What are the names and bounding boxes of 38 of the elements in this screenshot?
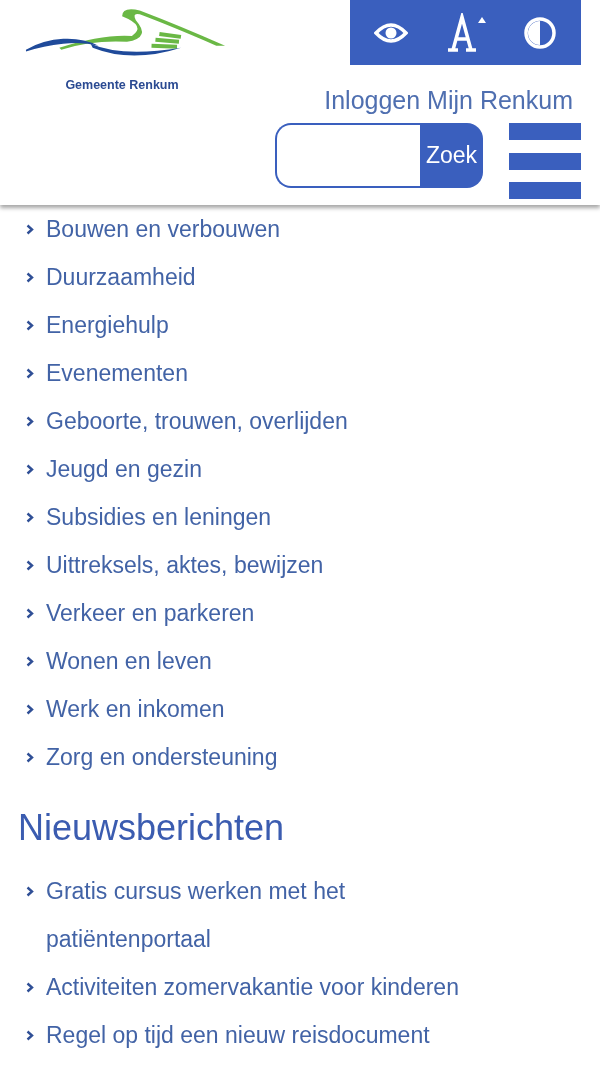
logo-text: Gemeente Renkum [65, 78, 179, 92]
chevron-icon [26, 319, 34, 331]
topic-link[interactable]: Werk en inkomen [46, 685, 225, 733]
topic-link[interactable]: Verkeer en parkeren [46, 589, 255, 637]
search-field[interactable] [275, 123, 420, 188]
chevron-icon [26, 703, 34, 715]
chevron-icon [26, 367, 34, 379]
chevron-icon [26, 886, 34, 897]
topic-link[interactable]: Zorg en ondersteuning [46, 733, 278, 781]
chevron-icon [26, 271, 34, 283]
news-link[interactable]: Gratis cursus werken met het patiëntenportaal [46, 867, 446, 963]
chevron-icon [26, 223, 34, 235]
topic-link[interactable]: Energiehulp [46, 301, 169, 349]
chevron-icon [26, 655, 34, 667]
topic-link[interactable]: Subsidies en leningen [46, 493, 272, 541]
news-link[interactable]: Regel op tijd een nieuw reisdocument [46, 1011, 582, 1059]
chevron-icon [26, 982, 34, 993]
topic-link[interactable]: Geboorte, trouwen, overlijden [46, 397, 348, 445]
chevron-icon [26, 511, 34, 523]
search-button[interactable]: Zoek [420, 123, 483, 188]
topic-link[interactable]: Duurzaamheid [46, 253, 196, 301]
chevron-icon [26, 751, 34, 763]
menu-icon[interactable] [509, 123, 581, 199]
chevron-icon [26, 607, 34, 619]
section-heading: Nieuwsberichten [18, 807, 286, 849]
topic-link[interactable]: Wonen en leven [46, 637, 212, 685]
eye-icon[interactable] [374, 20, 409, 45]
topic-link[interactable]: Evenementen [46, 349, 188, 397]
chevron-icon [26, 415, 34, 427]
login-link[interactable]: Inloggen Mijn Renkum [324, 86, 573, 115]
contrast-icon[interactable] [522, 15, 557, 50]
topic-link[interactable]: Uittreksels, aktes, bewijzen [46, 541, 324, 589]
topic-link[interactable]: Bouwen en verbouwen [46, 205, 280, 253]
news-link[interactable]: Activiteiten zomervakantie voor kinderen [46, 963, 582, 1011]
chevron-icon [26, 463, 34, 475]
chevron-icon [26, 559, 34, 571]
chevron-icon [26, 1030, 34, 1041]
topic-link[interactable]: Jeugd en gezin [46, 445, 202, 493]
